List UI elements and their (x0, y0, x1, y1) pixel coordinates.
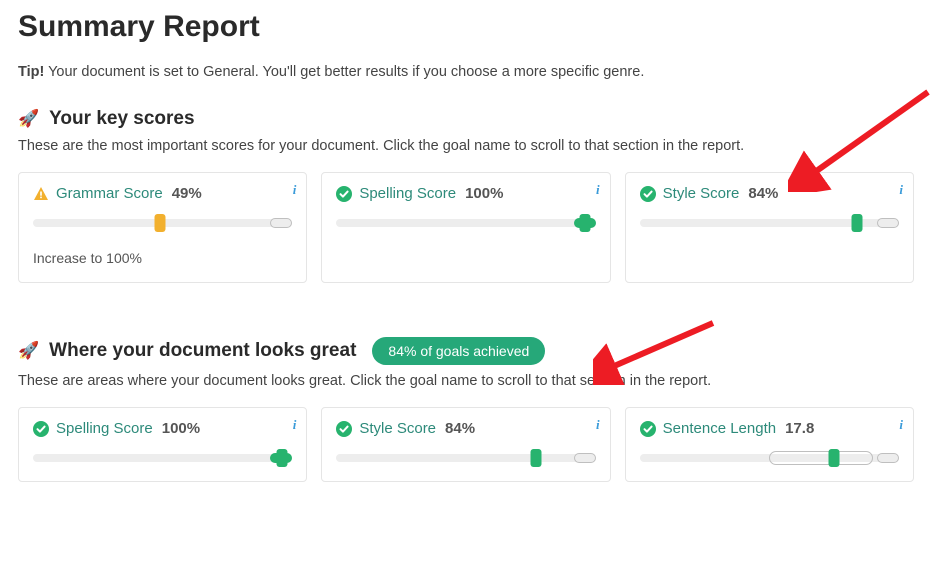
score-card-spelling: i Spelling Score 100% (18, 407, 307, 482)
warning-icon (33, 186, 49, 202)
key-scores-desc: These are the most important scores for … (18, 138, 914, 154)
score-value: 49% (172, 185, 202, 202)
score-value: 84% (748, 185, 778, 202)
check-icon (336, 421, 352, 437)
slider-thumb (276, 449, 287, 467)
slider-thumb (155, 214, 166, 232)
score-card-style: i Style Score 84% (625, 172, 914, 283)
score-card-spelling: i Spelling Score 100% (321, 172, 610, 283)
info-icon[interactable]: i (899, 182, 903, 198)
score-value: 17.8 (785, 420, 814, 437)
score-card-style: i Style Score 84% (321, 407, 610, 482)
tip-line: Tip! Your document is set to General. Yo… (18, 64, 914, 80)
score-slider (336, 451, 595, 465)
page-title: Summary Report (18, 10, 914, 44)
tip-label: Tip! (18, 64, 44, 80)
key-scores-heading-text: Your key scores (49, 108, 194, 130)
info-icon[interactable]: i (293, 182, 297, 198)
score-slider (33, 451, 292, 465)
card-note: Increase to 100% (33, 250, 292, 266)
info-icon[interactable]: i (899, 417, 903, 433)
slider-thumb (829, 449, 840, 467)
goals-achieved-badge: 84% of goals achieved (372, 337, 545, 365)
check-icon (33, 421, 49, 437)
rocket-icon: 🚀 (18, 109, 39, 129)
score-slider (640, 451, 899, 465)
check-icon (640, 186, 656, 202)
slider-thumb (580, 214, 591, 232)
score-value: 84% (445, 420, 475, 437)
score-link-sentence-length[interactable]: Sentence Length (663, 420, 776, 437)
score-card-grammar: i Grammar Score 49% Increase to 100% (18, 172, 307, 283)
great-cards: i Spelling Score 100% i Style Score 84% (18, 407, 914, 482)
score-slider (640, 216, 899, 230)
info-icon[interactable]: i (596, 417, 600, 433)
score-link-grammar[interactable]: Grammar Score (56, 185, 163, 202)
score-link-spelling[interactable]: Spelling Score (56, 420, 153, 437)
score-value: 100% (465, 185, 503, 202)
key-scores-cards: i Grammar Score 49% Increase to 100% i S… (18, 172, 914, 283)
score-value: 100% (162, 420, 200, 437)
great-heading-text: Where your document looks great (49, 340, 356, 362)
score-link-style[interactable]: Style Score (663, 185, 740, 202)
score-card-sentence-length: i Sentence Length 17.8 (625, 407, 914, 482)
score-link-spelling[interactable]: Spelling Score (359, 185, 456, 202)
info-icon[interactable]: i (596, 182, 600, 198)
check-icon (640, 421, 656, 437)
slider-thumb (531, 449, 542, 467)
rocket-icon: 🚀 (18, 341, 39, 361)
info-icon[interactable]: i (293, 417, 297, 433)
great-desc: These are areas where your document look… (18, 373, 914, 389)
key-scores-heading: 🚀 Your key scores (18, 108, 914, 130)
score-link-style[interactable]: Style Score (359, 420, 436, 437)
score-slider (33, 216, 292, 230)
score-slider (336, 216, 595, 230)
slider-thumb (852, 214, 863, 232)
check-icon (336, 186, 352, 202)
tip-text: Your document is set to General. You'll … (44, 64, 644, 80)
slider-target-range (769, 451, 873, 465)
great-heading: 🚀 Where your document looks great 84% of… (18, 337, 914, 365)
